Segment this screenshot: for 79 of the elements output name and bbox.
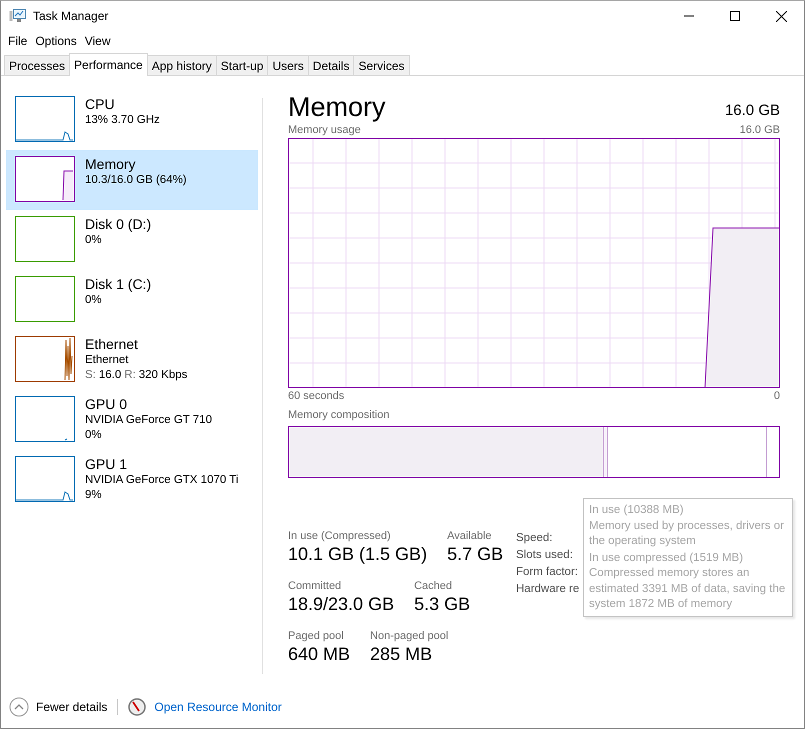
stat-label: In use (Compressed) — [288, 530, 392, 542]
tooltip-text: In use (10388 MB) — [589, 503, 685, 518]
sidebar-item[interactable]: Disk 0 (D:) 0% — [6, 210, 258, 270]
tooltip-text: Compressed memory stores an estimated 3391 MB of data, saving the system 1872 MB of memory — [589, 566, 786, 612]
open-resource-monitor-link[interactable]: Open Resource Monitor — [154, 700, 282, 714]
monitor-icon — [9, 8, 27, 24]
spec-label: Speed: — [516, 532, 552, 544]
tooltip-text: Memory used by processes, drivers or the operating system — [589, 518, 785, 549]
sidebar-item[interactable]: Memory 10.3/16.0 GB (64%) — [6, 150, 258, 210]
stat-label: Committed — [288, 580, 342, 592]
stat-value: 285 MB — [370, 643, 434, 666]
close-icon — [776, 10, 786, 22]
sidebar-item-detail: Ethernet — [85, 353, 130, 368]
gauge-icon — [128, 698, 146, 716]
chevron-up-icon — [9, 697, 29, 717]
tab[interactable]: Start-up — [216, 55, 268, 75]
graph-thumbnail — [15, 276, 75, 322]
spec-label: Form factor: — [516, 566, 578, 578]
tab[interactable]: Details — [308, 55, 354, 75]
graph-thumbnail — [15, 456, 75, 502]
sidebar-item-name: CPU — [85, 96, 116, 113]
stat-label: Paged pool — [288, 630, 345, 642]
stat-value: 18.9/23.0 GB — [288, 593, 394, 616]
axis-label: 0 — [774, 390, 780, 402]
sidebar-item[interactable]: GPU 0 NVIDIA GeForce GT 710 0% — [6, 390, 258, 450]
sidebar-item[interactable]: GPU 1 NVIDIA GeForce GTX 1070 Ti 9% — [6, 450, 258, 510]
sidebar-item-name: GPU 1 — [85, 456, 128, 473]
tab[interactable]: App history — [146, 55, 217, 75]
stat-label: Cached — [414, 580, 453, 592]
panel-title: Memory — [288, 92, 386, 122]
sidebar-item-detail: 10.3/16.0 GB (64%) — [85, 173, 187, 188]
chart-label: Memory composition — [288, 408, 390, 423]
receive-label: R: — [124, 368, 136, 383]
sidebar-item-name: Disk 1 (C:) — [85, 276, 152, 293]
tab[interactable]: Performance — [69, 53, 148, 76]
sidebar-item-detail: NVIDIA GeForce GT 710 — [85, 413, 212, 428]
sidebar-item-name: GPU 0 — [85, 396, 128, 413]
graph-thumbnail — [15, 396, 75, 442]
send-label: S: — [85, 368, 96, 383]
graph-thumbnail — [15, 156, 75, 202]
stat-label: Non-paged pool — [370, 630, 448, 642]
graph-thumbnail — [15, 96, 75, 142]
stat-label: Available — [447, 530, 493, 542]
sidebar-item-name: Memory — [85, 156, 137, 173]
menu-item[interactable]: File — [4, 34, 32, 48]
stat-value: 5.7 GB — [447, 543, 504, 566]
stat-value: 5.3 GB — [414, 593, 470, 616]
stat-value: 10.1 GB (1.5 GB) — [288, 543, 428, 566]
spec-label: Slots used: — [516, 549, 573, 561]
sidebar-item[interactable]: CPU 13% 3.70 GHz — [6, 90, 258, 150]
menu-item[interactable]: Options — [31, 34, 81, 48]
sidebar-item-detail: 0% — [85, 428, 103, 443]
total-memory: 16.0 GB — [724, 102, 780, 121]
stat-value: 640 MB — [288, 643, 350, 666]
sidebar-item[interactable]: Disk 1 (C:) 0% — [6, 270, 258, 330]
graph-thumbnail — [15, 336, 75, 382]
tab[interactable]: Users — [267, 55, 309, 75]
tab[interactable]: Services — [353, 55, 410, 75]
axis-label: 60 seconds — [288, 390, 344, 402]
sidebar-item-detail: 0% — [85, 293, 103, 308]
sidebar-item-detail: 0% — [85, 233, 103, 248]
tab[interactable]: Processes — [4, 55, 70, 75]
sidebar-item-name: Ethernet — [85, 336, 139, 353]
fewer-details-button[interactable]: Fewer details — [9, 697, 108, 717]
send-rate: 16.0 — [98, 368, 122, 383]
sidebar-item-detail: NVIDIA GeForce GTX 1070 Ti — [85, 473, 238, 488]
graph-thumbnail — [15, 216, 75, 262]
axis-max-label: 16.0 GB — [740, 124, 780, 136]
maximize-icon — [730, 11, 740, 21]
tooltip-text: In use compressed (1519 MB) — [589, 550, 744, 566]
sidebar-item-name: Disk 0 (D:) — [85, 216, 152, 233]
sidebar-item[interactable]: Ethernet Ethernet S: 16.0 R: 320 Kbps — [6, 330, 258, 390]
spec-label: Hardware re — [516, 583, 580, 595]
sidebar-item-detail: 9% — [85, 488, 103, 503]
chart-label: Memory usage — [288, 124, 361, 136]
receive-rate: 320 Kbps — [138, 368, 188, 383]
sidebar-item-detail: 13% 3.70 GHz — [85, 113, 160, 128]
menu-item[interactable]: View — [80, 34, 114, 48]
window-title: Task Manager — [33, 9, 108, 23]
